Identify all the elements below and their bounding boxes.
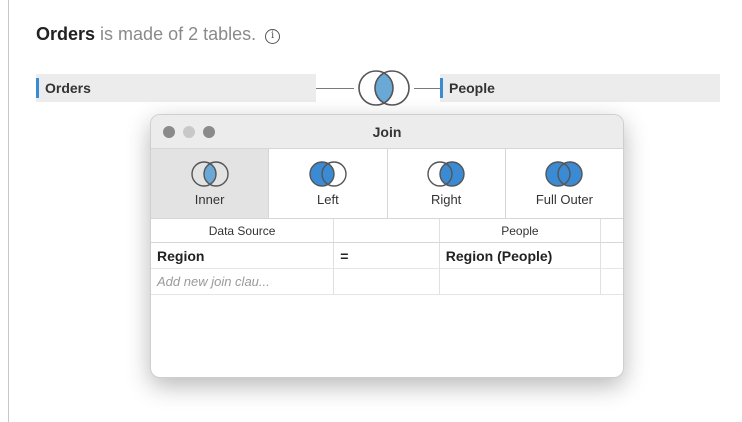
add-join-clause-row: Add new join clau... — [151, 269, 623, 295]
join-type-label: Full Outer — [535, 192, 593, 207]
join-type-selector: Inner Left Right Full Outer — [151, 149, 623, 219]
column-header-right: People — [440, 219, 602, 242]
column-header-spacer — [601, 219, 623, 242]
join-type-left[interactable]: Left — [269, 149, 388, 218]
full-outer-join-icon — [545, 161, 584, 187]
inner-join-icon — [190, 161, 229, 187]
join-type-inner[interactable]: Inner — [151, 149, 270, 218]
add-join-clause-input[interactable]: Add new join clau... — [151, 269, 335, 294]
left-join-icon — [309, 161, 347, 187]
join-type-right[interactable]: Right — [387, 149, 506, 218]
join-right-field[interactable]: Region (People) — [440, 243, 602, 268]
join-type-label: Left — [317, 192, 339, 207]
join-type-full-outer[interactable]: Full Outer — [505, 149, 623, 218]
table-orders[interactable]: Orders — [36, 74, 316, 102]
join-left-field[interactable]: Region — [151, 243, 335, 268]
join-type-label: Inner — [194, 192, 225, 207]
row-spacer — [601, 243, 623, 268]
dialog-title: Join — [372, 124, 402, 140]
table-accent-bar — [36, 78, 39, 98]
row-spacer — [601, 269, 623, 294]
column-header-operator — [334, 219, 440, 242]
right-join-icon — [427, 161, 465, 187]
datasource-name[interactable]: Orders — [36, 24, 95, 44]
join-operator[interactable]: = — [334, 243, 440, 268]
join-clause-row[interactable]: Region = Region (People) — [151, 243, 623, 269]
join-clause-header: Data Source People — [151, 219, 623, 243]
inner-join-venn-icon[interactable] — [354, 66, 414, 110]
dialog-titlebar: Join — [151, 115, 623, 149]
datasource-description: is made of 2 tables. — [100, 24, 257, 44]
table-accent-bar — [440, 78, 443, 98]
join-type-label: Right — [430, 192, 462, 207]
info-icon[interactable]: i — [265, 29, 281, 44]
table-label-left: Orders — [45, 80, 91, 96]
column-header-left: Data Source — [151, 219, 335, 242]
join-connector-right — [414, 88, 440, 89]
row-cell — [334, 269, 440, 294]
join-connector-left — [316, 88, 354, 89]
table-label-right: People — [449, 80, 495, 96]
join-dialog: Join Inner Left Right Full Outer Data So… — [150, 114, 624, 378]
table-people[interactable]: People — [440, 74, 720, 102]
page-title: Orders is made of 2 tables. i — [36, 24, 281, 45]
row-cell — [440, 269, 602, 294]
